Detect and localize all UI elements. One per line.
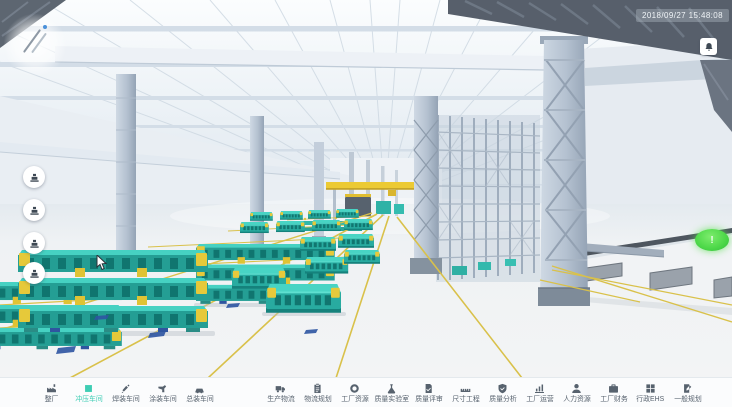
tab-workshop-assembly-shop[interactable]: 总装车间	[184, 383, 215, 403]
scene-tool-button-press-line-3[interactable]	[23, 232, 45, 254]
tab-module-label: 质量实验室	[374, 395, 409, 402]
doc-pencil-icon	[682, 383, 693, 394]
tab-module-dimension-engineering[interactable]: 尺寸工程	[450, 383, 481, 403]
tab-module-label: 工厂财务	[600, 395, 628, 402]
alert-marker[interactable]: !	[695, 229, 729, 251]
welding-icon	[120, 383, 131, 394]
tab-module-label: 工厂资源	[341, 395, 369, 402]
scene-timestamp: 2018/09/27 15:48:08	[636, 9, 729, 22]
tab-module-label: 质量分析	[489, 395, 517, 402]
tab-module-factory-resources[interactable]: 工厂资源	[339, 383, 370, 403]
scene-tool-button-press-line-1[interactable]	[23, 166, 45, 188]
bell-icon	[704, 42, 714, 52]
tab-module-label: 生产物流	[267, 395, 295, 402]
person-icon	[571, 383, 582, 394]
tab-module-label: 物流规划	[304, 395, 332, 402]
tab-module-label: 行政EHS	[636, 395, 664, 402]
ruler-icon	[460, 383, 471, 394]
tab-module-logistics-planning[interactable]: 物流规划	[302, 383, 333, 403]
tab-module-general-planning[interactable]: 一般规划	[672, 383, 703, 403]
flask-icon	[386, 383, 397, 394]
tab-module-label: 工厂运营	[526, 395, 554, 402]
tab-module-admin-ehs[interactable]: 行政EHS	[635, 383, 666, 403]
workshop-nav: 整厂 冲压车间 焊装车间 涂装车间 总装车间	[36, 383, 215, 403]
briefcase-icon	[608, 383, 619, 394]
right-column-mid	[410, 96, 442, 274]
tab-workshop-plant-overview[interactable]: 整厂	[36, 383, 67, 403]
digital-factory-app: 2018/09/27 15:48:08 ! 整厂 冲压车间 焊装车间 涂装车间 总装车间…	[0, 0, 732, 407]
doc-check-icon	[423, 383, 434, 394]
gauge-icon	[349, 383, 360, 394]
tab-module-human-resources[interactable]: 人力资源	[561, 383, 592, 403]
tab-workshop-label: 涂装车间	[149, 395, 177, 402]
tab-module-label: 尺寸工程	[452, 395, 480, 402]
assembly-icon	[194, 383, 205, 394]
tab-module-factory-operations[interactable]: 工厂运营	[524, 383, 555, 403]
press-machine-icon	[29, 205, 40, 216]
tab-module-quality-lab[interactable]: 质量实验室	[376, 383, 407, 403]
compass-north-dot	[43, 25, 47, 29]
tab-module-label: 一般规划	[674, 395, 702, 402]
press-machine-icon	[29, 268, 40, 279]
tab-workshop-painting-shop[interactable]: 涂装车间	[147, 383, 178, 403]
tab-workshop-welding-shop[interactable]: 焊装车间	[110, 383, 141, 403]
tab-workshop-label: 总装车间	[186, 395, 214, 402]
tab-module-label: 人力资源	[563, 395, 591, 402]
tab-module-label: 质量评审	[415, 395, 443, 402]
tab-workshop-label: 整厂	[45, 395, 59, 402]
press-machine-icon	[29, 238, 40, 249]
shield-icon	[497, 383, 508, 394]
scene-tool-button-press-line-2[interactable]	[23, 199, 45, 221]
compass-gizmo[interactable]	[4, 14, 66, 76]
tab-workshop-stamping-shop[interactable]: 冲压车间	[73, 383, 104, 403]
tab-module-factory-finance[interactable]: 工厂财务	[598, 383, 629, 403]
painting-icon	[157, 383, 168, 394]
module-nav: 生产物流 物流规划 工厂资源质量实验室质量评审 尺寸工程 质量分析 工厂运营 人力资源 工厂财…	[265, 383, 703, 403]
scene-3d-viewport[interactable]	[0, 0, 732, 378]
tab-module-quality-review[interactable]: 质量评审	[413, 383, 444, 403]
bottom-toolbar: 整厂 冲压车间 焊装车间 涂装车间 总装车间 生产物流 物流规划 工厂资源质量实验室质量评审…	[0, 377, 732, 407]
right-column-front	[538, 36, 590, 306]
truck-icon	[275, 383, 286, 394]
mouse-cursor	[96, 255, 108, 272]
clipboard-icon	[312, 383, 323, 394]
tab-workshop-label: 焊装车间	[112, 395, 140, 402]
chart-icon	[534, 383, 545, 394]
tab-module-quality-analysis[interactable]: 质量分析	[487, 383, 518, 403]
stamping-icon	[83, 383, 94, 394]
scene-tool-button-press-line-4[interactable]	[23, 262, 45, 284]
tab-module-production-logistics[interactable]: 生产物流	[265, 383, 296, 403]
tab-workshop-label: 冲压车间	[75, 395, 103, 402]
grid-icon	[645, 383, 656, 394]
notification-button[interactable]	[700, 38, 717, 55]
press-machine-icon	[29, 172, 40, 183]
factory-hall-render	[0, 0, 732, 378]
factory-icon	[46, 383, 57, 394]
